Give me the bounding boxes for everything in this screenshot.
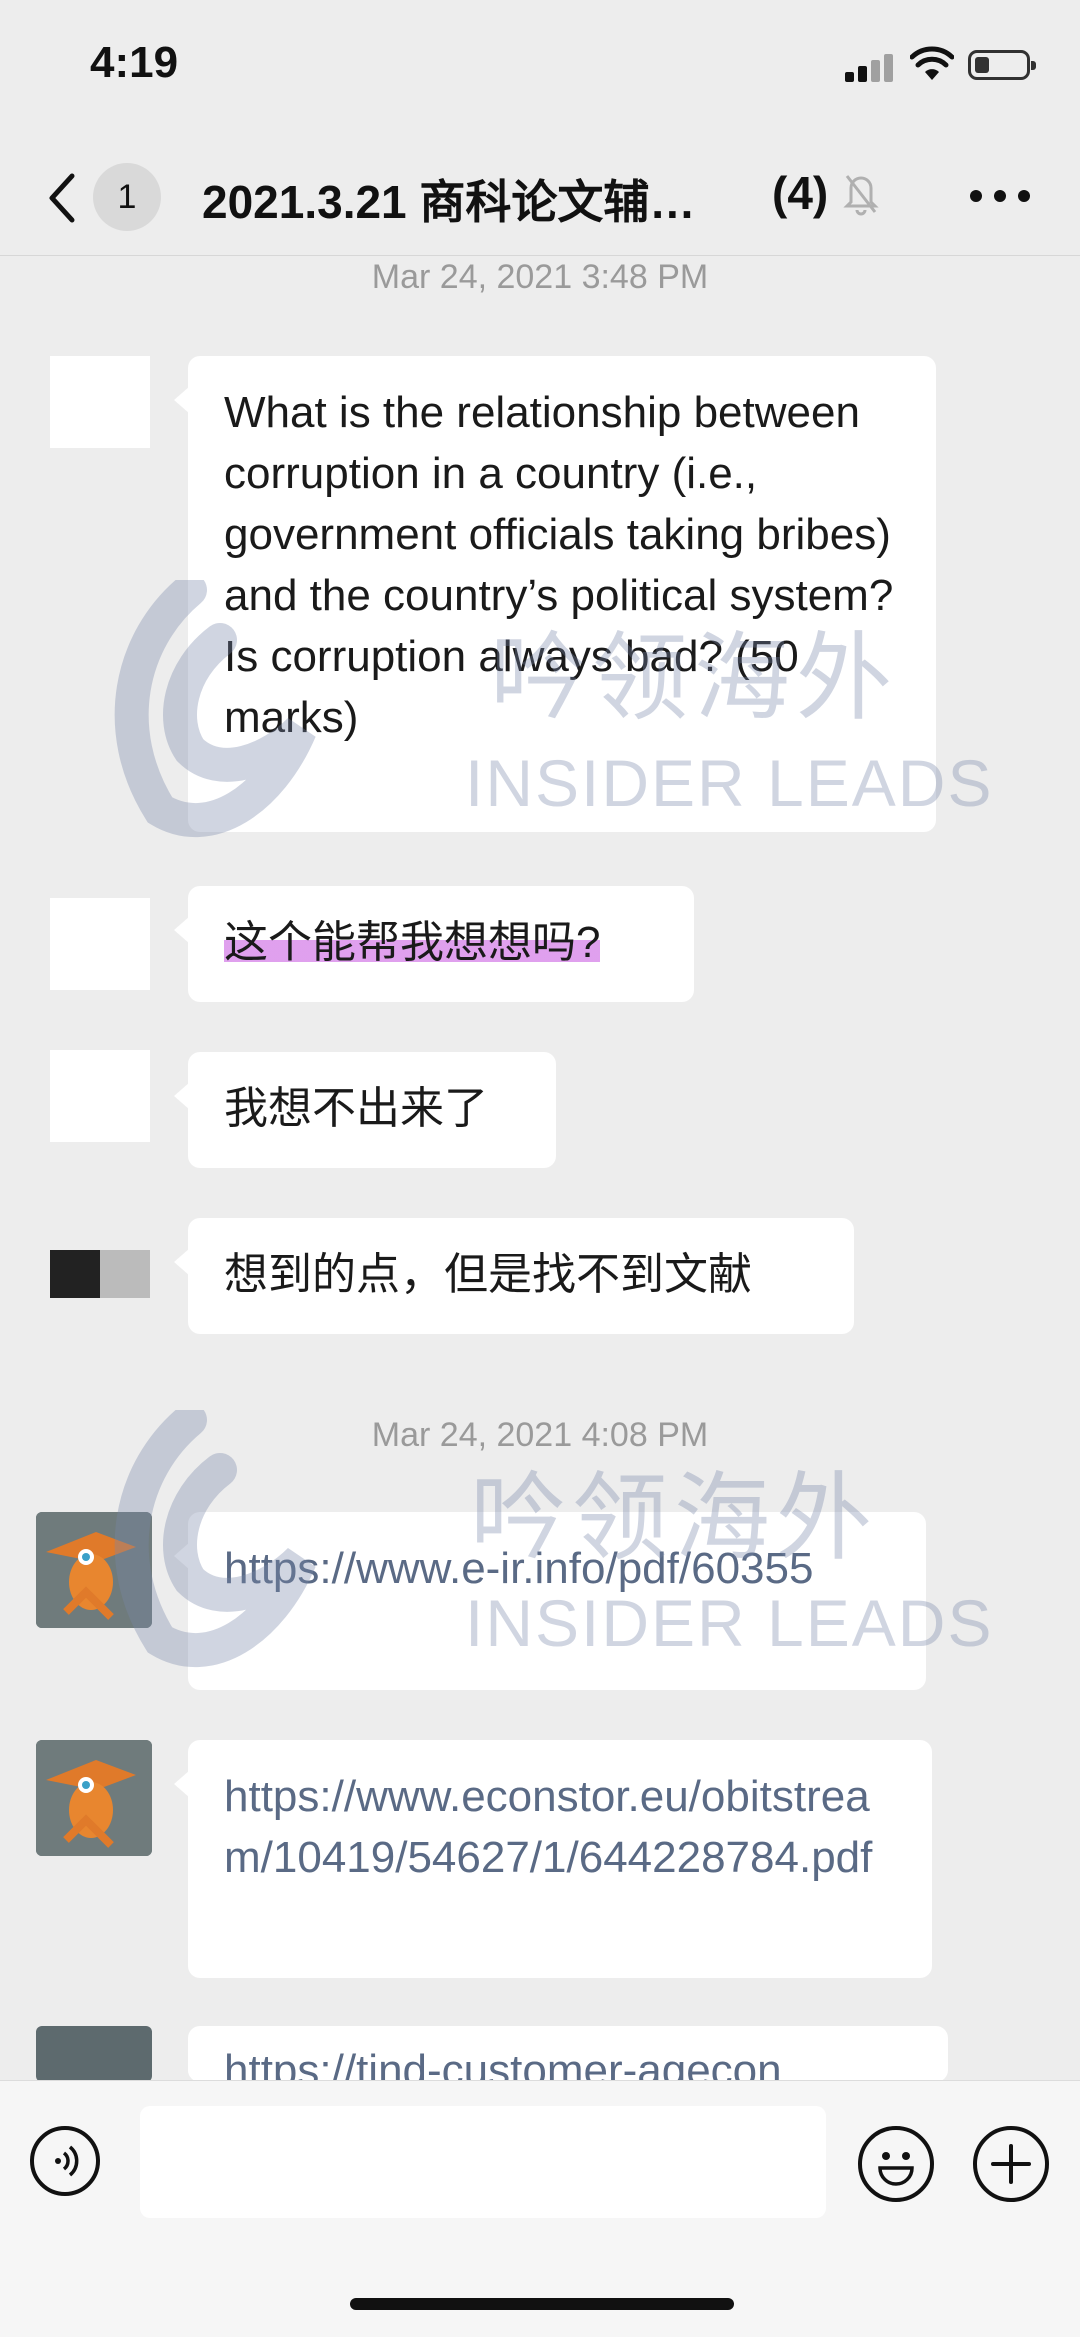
cartoon-avatar[interactable] — [36, 2026, 152, 2082]
avatar[interactable] — [50, 1050, 150, 1142]
battery-icon — [968, 50, 1036, 80]
message-bubble[interactable]: 想到的点，但是找不到文献 — [174, 1218, 854, 1334]
more-options-icon[interactable] — [970, 190, 1030, 204]
link-message-bubble[interactable]: https://tind-customer-agecon — [188, 2026, 948, 2082]
wifi-icon — [910, 46, 954, 80]
cellular-signal-icon — [845, 52, 897, 82]
timestamp: Mar 24, 2021 4:08 PM — [371, 1416, 709, 1454]
chat-header: 1 2021.3.21 商科论文辅… (4) — [0, 140, 1080, 256]
message-bubble[interactable]: 这个能帮我想想吗? — [174, 886, 694, 1002]
back-chevron-icon[interactable] — [42, 168, 82, 228]
status-bar: 4:19 — [0, 0, 1080, 140]
avatar[interactable] — [50, 1250, 150, 1298]
link-text[interactable]: https://www.econstor.eu/obitstream/10419… — [224, 1772, 872, 1882]
message-text: 我想不出来了 — [224, 1084, 488, 1133]
cartoon-character-icon — [36, 1512, 152, 1628]
message-text: 这个能帮我想想吗? — [224, 918, 601, 967]
link-message-bubble[interactable]: https://www.e-ir.info/pdf/60355 — [174, 1512, 926, 1690]
link-text[interactable]: https://tind-customer-agecon — [224, 2046, 782, 2082]
message-input[interactable] — [140, 2106, 826, 2218]
member-count: (4) — [772, 167, 829, 219]
emoji-icon[interactable] — [858, 2126, 934, 2202]
unread-count-badge[interactable]: 1 — [93, 163, 161, 231]
cartoon-avatar[interactable] — [36, 1740, 152, 1856]
message-bubble[interactable]: 我想不出来了 — [174, 1052, 556, 1168]
link-message-bubble[interactable]: https://www.econstor.eu/obitstream/10419… — [174, 1740, 932, 1978]
cartoon-character-icon — [36, 1740, 152, 1856]
clock: 4:19 — [90, 38, 179, 87]
message-text: 想到的点，但是找不到文献 — [224, 1250, 752, 1299]
add-icon[interactable] — [973, 2126, 1049, 2202]
avatar[interactable] — [50, 356, 150, 448]
voice-input-icon[interactable] — [30, 2126, 100, 2196]
cartoon-avatar[interactable] — [36, 1512, 152, 1628]
muted-bell-icon — [843, 175, 879, 216]
chat-title[interactable]: 2021.3.21 商科论文辅… — [202, 166, 695, 232]
link-text[interactable]: https://www.e-ir.info/pdf/60355 — [224, 1544, 813, 1593]
message-bubble[interactable]: What is the relationship between corrupt… — [174, 356, 936, 832]
avatar[interactable] — [50, 898, 150, 990]
home-indicator[interactable] — [350, 2298, 734, 2310]
message-text: What is the relationship between corrupt… — [224, 388, 894, 742]
timestamp: Mar 24, 2021 3:48 PM — [371, 258, 709, 296]
